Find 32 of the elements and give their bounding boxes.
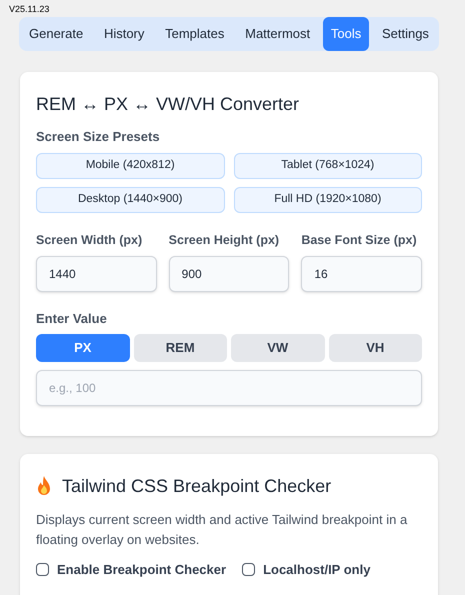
number-field[interactable]: 900 — [168, 256, 290, 292]
field-label: Base Font Size (px) — [301, 232, 418, 249]
nav-tab[interactable]: Generate — [21, 17, 92, 51]
checkbox[interactable] — [242, 563, 256, 576]
unit-tab[interactable]: VH — [328, 334, 422, 362]
section-label: Screen Size Presets — [36, 128, 161, 146]
card-title: Tailwind CSS Breakpoint Checker — [62, 475, 332, 498]
unit-tab[interactable]: REM — [134, 334, 227, 362]
flame-icon — [36, 476, 52, 496]
preset-button[interactable]: Full HD (1920×1080) — [234, 187, 422, 213]
preset-button[interactable]: Desktop (1440×900) — [36, 187, 224, 213]
checkbox-label: Enable Breakpoint Checker — [57, 561, 226, 579]
field-label: Screen Width (px) — [36, 232, 144, 249]
description-text: Displays current screen width and active Tailwind breakpoint in a floating overlay on websites. — [36, 511, 408, 549]
section-label: Enter Value — [36, 310, 108, 328]
nav-tab[interactable]: Templates — [157, 17, 232, 51]
field-label: Screen Height (px) — [168, 232, 280, 249]
value-field[interactable]: e.g., 100 — [36, 370, 422, 406]
nav-tab[interactable]: Mattermost — [237, 17, 318, 51]
number-field[interactable]: 16 — [301, 256, 422, 292]
preset-button[interactable]: Tablet (768×1024) — [234, 153, 422, 179]
number-field[interactable]: 1440 — [36, 256, 157, 292]
version-label: V25.11.23 — [9, 4, 50, 14]
nav-tab[interactable]: Settings — [374, 17, 437, 51]
checkbox-label: Localhost/IP only — [263, 561, 370, 579]
checkbox[interactable] — [36, 563, 49, 576]
nav-tab[interactable]: Tools — [322, 17, 370, 51]
unit-tab[interactable]: VW — [231, 334, 324, 362]
card-title: REM ↔ PX ↔ VW/VH Converter — [36, 93, 300, 116]
unit-tab[interactable]: PX — [36, 334, 130, 362]
preset-button[interactable]: Mobile (420x812) — [36, 153, 224, 179]
nav-tab[interactable]: History — [96, 17, 152, 51]
